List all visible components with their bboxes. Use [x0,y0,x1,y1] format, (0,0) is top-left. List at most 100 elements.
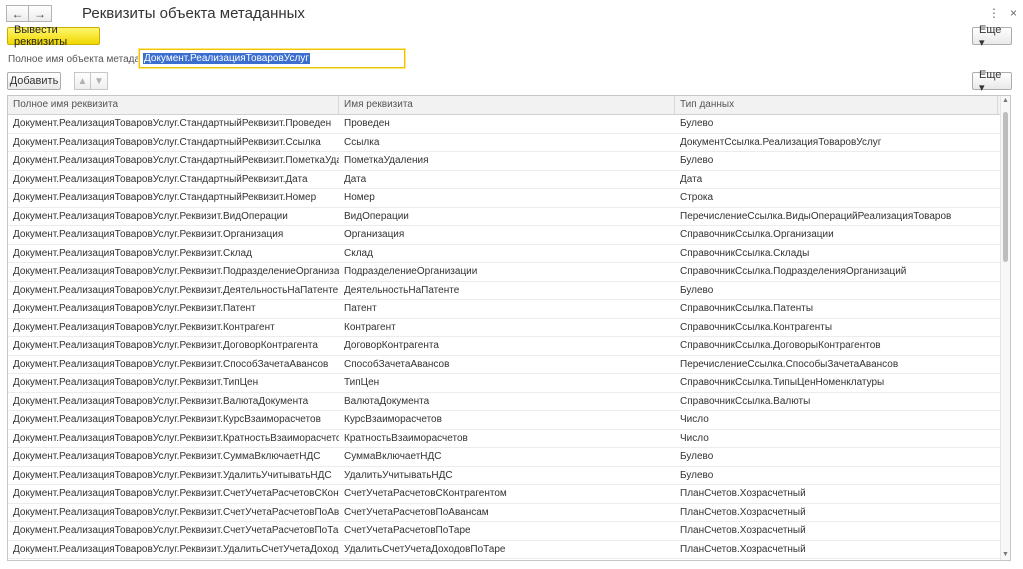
cell-full-name: Документ.РеализацияТоваровУслуг.Реквизит… [13,210,288,222]
table-row[interactable]: Документ.РеализацияТоваровУслуг.Реквизит… [8,356,1000,374]
table-row[interactable]: Документ.РеализацияТоваровУслуг.Реквизит… [8,411,1000,430]
cell-type: ПланСчетов.Хозрасчетный [680,506,806,518]
cell-type: ПланСчетов.Хозрасчетный [680,488,806,499]
cell-name: Склад [344,247,373,259]
cell-name: УдалитьСчетУчетаДоходовПоТаре [344,543,506,555]
arrow-up-icon: ▲ [77,75,88,87]
table-row[interactable]: Документ.РеализацияТоваровУслуг.Реквизит… [8,319,1000,337]
cell-full-name: Документ.РеализацияТоваровУслуг.Реквизит… [13,377,259,388]
attributes-table[interactable]: Полное имя реквизита Имя реквизита Тип д… [7,95,1011,561]
cell-name: Номер [344,192,375,203]
cell-name: СуммаВключаетНДС [344,451,442,462]
move-buttons: ▲ ▼ [74,72,108,90]
table-more-button[interactable]: Еще ▾ [972,69,1012,94]
cell-type: СправочникСсылка.Склады [680,247,810,259]
cell-type: СправочникСсылка.Валюты [680,395,811,407]
cell-type: ПеречислениеСсылка.СпособыЗачетаАвансов [680,358,899,370]
cell-name: ПодразделениеОрганизации [344,266,478,277]
table-row[interactable]: Документ.РеализацияТоваровУслуг.Стандарт… [8,115,1000,134]
table-row[interactable]: Документ.РеализацияТоваровУслуг.Реквизит… [8,300,1000,319]
print-attributes-button[interactable]: Вывести реквизиты [7,24,100,48]
cell-type: Строка [680,192,714,203]
form-more-button[interactable]: Еще ▾ [972,24,1012,49]
table-row[interactable]: Документ.РеализацияТоваровУслуг.Стандарт… [8,134,1000,152]
table-row[interactable]: Документ.РеализацияТоваровУслуг.Реквизит… [8,245,1000,263]
cell-full-name: Документ.РеализацияТоваровУслуг.Реквизит… [13,229,284,240]
table-row[interactable]: Документ.РеализацияТоваровУслуг.Реквизит… [8,448,1000,467]
table-row[interactable]: Документ.РеализацияТоваровУслуг.Реквизит… [8,504,1000,522]
cell-full-name: Документ.РеализацияТоваровУслуг.Реквизит… [13,469,332,481]
cell-full-name: Документ.РеализацияТоваровУслуг.Реквизит… [13,543,339,555]
cell-type: СправочникСсылка.ПодразделенияОрганизаци… [680,266,907,277]
navigation-buttons: ← → [6,5,52,22]
forward-button[interactable]: → [29,5,52,22]
cell-type: ПланСчетов.Хозрасчетный [680,543,806,555]
more-menu-icon[interactable]: ⋮ [988,6,1000,20]
table-row[interactable]: Документ.РеализацияТоваровУслуг.Реквизит… [8,393,1000,411]
table-row[interactable]: Документ.РеализацияТоваровУслуг.Стандарт… [8,171,1000,189]
cell-name: ДеятельностьНаПатенте [344,284,460,296]
cell-type: Число [680,432,709,444]
cell-name: СчетУчетаРасчетовПоТаре [344,525,471,536]
close-icon[interactable]: × [1010,6,1017,20]
scrollbar-thumb[interactable] [1003,112,1008,262]
table-row[interactable]: Документ.РеализацияТоваровУслуг.Реквизит… [8,282,1000,300]
table-row[interactable]: Документ.РеализацияТоваровУслуг.Реквизит… [8,208,1000,226]
cell-full-name: Документ.РеализацияТоваровУслуг.Стандарт… [13,155,339,166]
table-row[interactable]: Документ.РеализацияТоваровУслуг.Реквизит… [8,467,1000,485]
table-row[interactable]: Документ.РеализацияТоваровУслуг.Реквизит… [8,541,1000,559]
cell-full-name: Документ.РеализацияТоваровУслуг.Реквизит… [13,451,321,462]
scroll-down-icon[interactable]: ▼ [1001,550,1010,560]
cell-full-name: Документ.РеализацияТоваровУслуг.Реквизит… [13,247,252,259]
cell-full-name: Документ.РеализацияТоваровУслуг.Реквизит… [13,303,256,314]
cell-full-name: Документ.РеализацияТоваровУслуг.Реквизит… [13,321,275,333]
window-controls: ⋮ × [988,6,1017,20]
cell-name: ТипЦен [344,377,380,388]
table-row[interactable]: Документ.РеализацияТоваровУслуг.Реквизит… [8,337,1000,356]
column-header-type[interactable]: Тип данных [675,96,998,114]
title-bar: ← → Реквизиты объекта метаданных ⋮ × [0,0,1023,26]
cell-full-name: Документ.РеализацияТоваровУслуг.Реквизит… [13,488,339,499]
add-button[interactable]: Добавить [7,72,61,90]
back-button[interactable]: ← [6,5,29,22]
column-header-full-name[interactable]: Полное имя реквизита [8,96,339,114]
cell-name: СпособЗачетаАвансов [344,358,450,370]
cell-name: СчетУчетаРасчетовПоАвансам [344,506,489,518]
cell-name: Ссылка [344,136,380,148]
cell-type: Булево [680,451,714,462]
cell-type: Булево [680,469,714,481]
table-row[interactable]: Документ.РеализацияТоваровУслуг.Стандарт… [8,189,1000,208]
forward-arrow-icon: → [34,6,46,21]
table-header: Полное имя реквизита Имя реквизита Тип д… [8,96,1010,115]
back-arrow-icon: ← [11,6,24,21]
cell-full-name: Документ.РеализацияТоваровУслуг.Стандарт… [13,192,317,203]
scroll-up-icon[interactable]: ▲ [1001,96,1010,106]
table-body: Документ.РеализацияТоваровУслуг.Стандарт… [8,115,1000,559]
cell-name: ВалютаДокумента [344,395,430,407]
table-row[interactable]: Документ.РеализацияТоваровУслуг.Стандарт… [8,152,1000,171]
cell-type: Дата [680,173,703,185]
cell-name: ДоговорКонтрагента [344,340,439,351]
table-row[interactable]: Документ.РеализацияТоваровУслуг.Реквизит… [8,226,1000,245]
cell-full-name: Документ.РеализацияТоваровУслуг.Стандарт… [13,136,321,148]
table-row[interactable]: Документ.РеализацияТоваровУслуг.Реквизит… [8,263,1000,282]
move-down-button[interactable]: ▼ [91,72,108,90]
vertical-scrollbar[interactable]: ▲ ▼ [1000,96,1010,560]
cell-name: КратностьВзаиморасчетов [344,432,468,444]
cell-type: СправочникСсылка.Патенты [680,303,814,314]
move-up-button[interactable]: ▲ [74,72,91,90]
table-row[interactable]: Документ.РеализацияТоваровУслуг.Реквизит… [8,430,1000,448]
table-row[interactable]: Документ.РеализацияТоваровУслуг.Реквизит… [8,374,1000,393]
cell-type: Булево [680,284,714,296]
metadata-name-input[interactable]: Документ.РеализацияТоваровУслуг [139,49,405,68]
table-row[interactable]: Документ.РеализацияТоваровУслуг.Реквизит… [8,522,1000,541]
cell-name: Организация [344,229,405,240]
cell-type: СправочникСсылка.ТипыЦенНоменклатуры [680,377,885,388]
cell-type: ДокументСсылка.РеализацияТоваровУслуг [680,136,882,148]
cell-full-name: Документ.РеализацияТоваровУслуг.Реквизит… [13,525,339,536]
cell-name: СчетУчетаРасчетовСКонтрагентом [344,488,507,499]
cell-type: СправочникСсылка.Организации [680,229,834,240]
column-header-name[interactable]: Имя реквизита [339,96,675,114]
cell-type: СправочникСсылка.ДоговорыКонтрагентов [680,340,881,351]
table-row[interactable]: Документ.РеализацияТоваровУслуг.Реквизит… [8,485,1000,504]
